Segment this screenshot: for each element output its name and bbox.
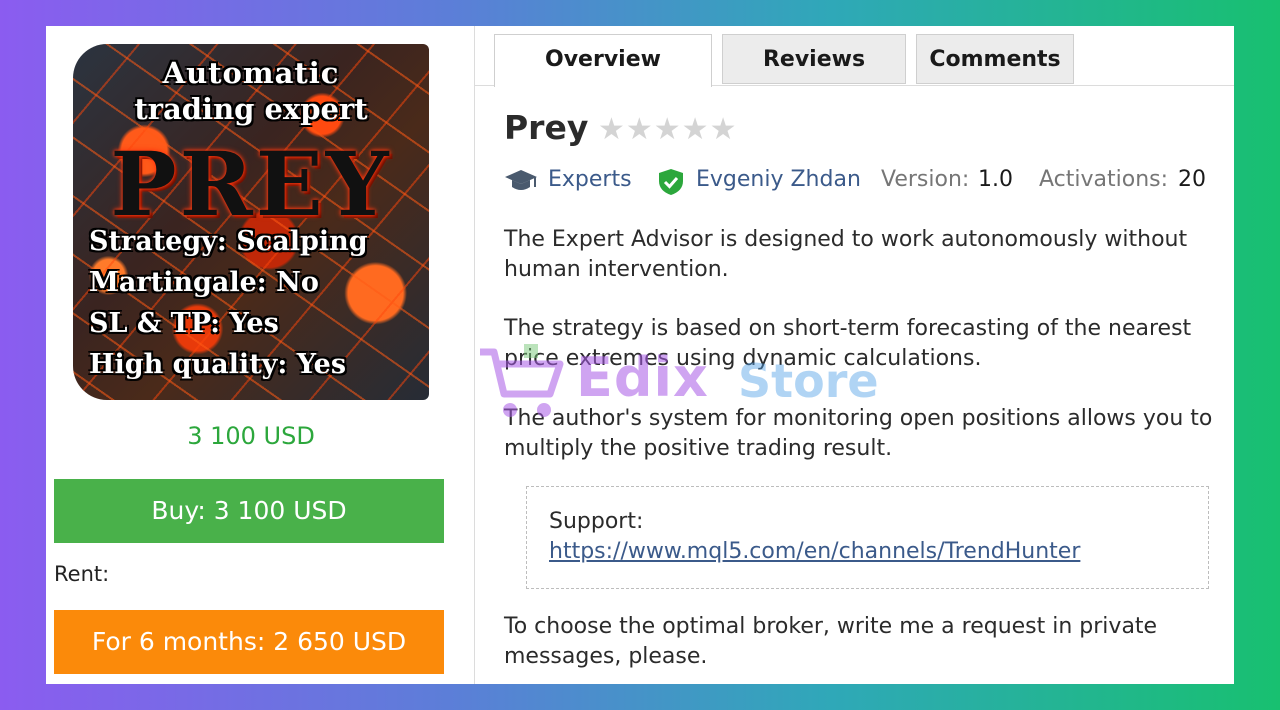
tab-comments[interactable]: Comments [916,34,1074,84]
rent-label: Rent: [54,562,110,586]
image-product-name: PREY [110,132,392,236]
broker-note: To choose the optimal broker, write me a… [504,614,1158,669]
rent-6-months-button[interactable]: For 6 months: 2 650 USD [54,610,444,674]
activations-label: Activations: [1039,167,1169,192]
version-label: Version: [881,167,970,192]
graduation-cap-icon [505,170,537,190]
verified-shield-icon [659,169,683,195]
support-box: Support: https://www.mql5.com/en/channel… [526,486,1209,589]
product-title: Prey [504,108,589,147]
author-link[interactable]: Evgeniy Zhdan [696,167,861,192]
version-value: 1.0 [978,167,1013,192]
tab-overview[interactable]: Overview [494,34,712,87]
image-headline-1: Automatic [162,56,340,90]
support-label: Support: [549,509,644,534]
tab-reviews[interactable]: Reviews [722,34,906,84]
product-image[interactable]: Automatic trading expert PREY Strategy: … [73,44,429,400]
image-feature-martingale: Martingale: No [89,267,319,298]
product-sidebar: Automatic trading expert PREY Strategy: … [46,26,475,684]
image-feature-strategy: Strategy: Scalping [89,226,368,257]
buy-button[interactable]: Buy: 3 100 USD [54,479,444,543]
category-link[interactable]: Experts [548,167,632,192]
product-price: 3 100 USD [187,422,315,450]
product-panel: Automatic trading expert PREY Strategy: … [46,26,1234,684]
description-paragraph-1: The Expert Advisor is designed to work a… [504,227,1188,282]
activations-value: 20 [1178,167,1206,192]
description-paragraph-2: The strategy is based on short-term fore… [504,316,1192,371]
description-paragraph-3: The author's system for monitoring open … [504,406,1213,461]
support-link[interactable]: https://www.mql5.com/en/channels/TrendHu… [549,539,1080,564]
rating-stars[interactable]: ★★★★★ [598,112,737,147]
image-feature-quality: High quality: Yes [89,349,347,380]
product-details: Overview Reviews Comments Prey ★★★★★ Exp… [474,26,1234,684]
image-feature-sltp: SL & TP: Yes [89,308,279,339]
image-headline-2: trading expert [134,92,368,126]
